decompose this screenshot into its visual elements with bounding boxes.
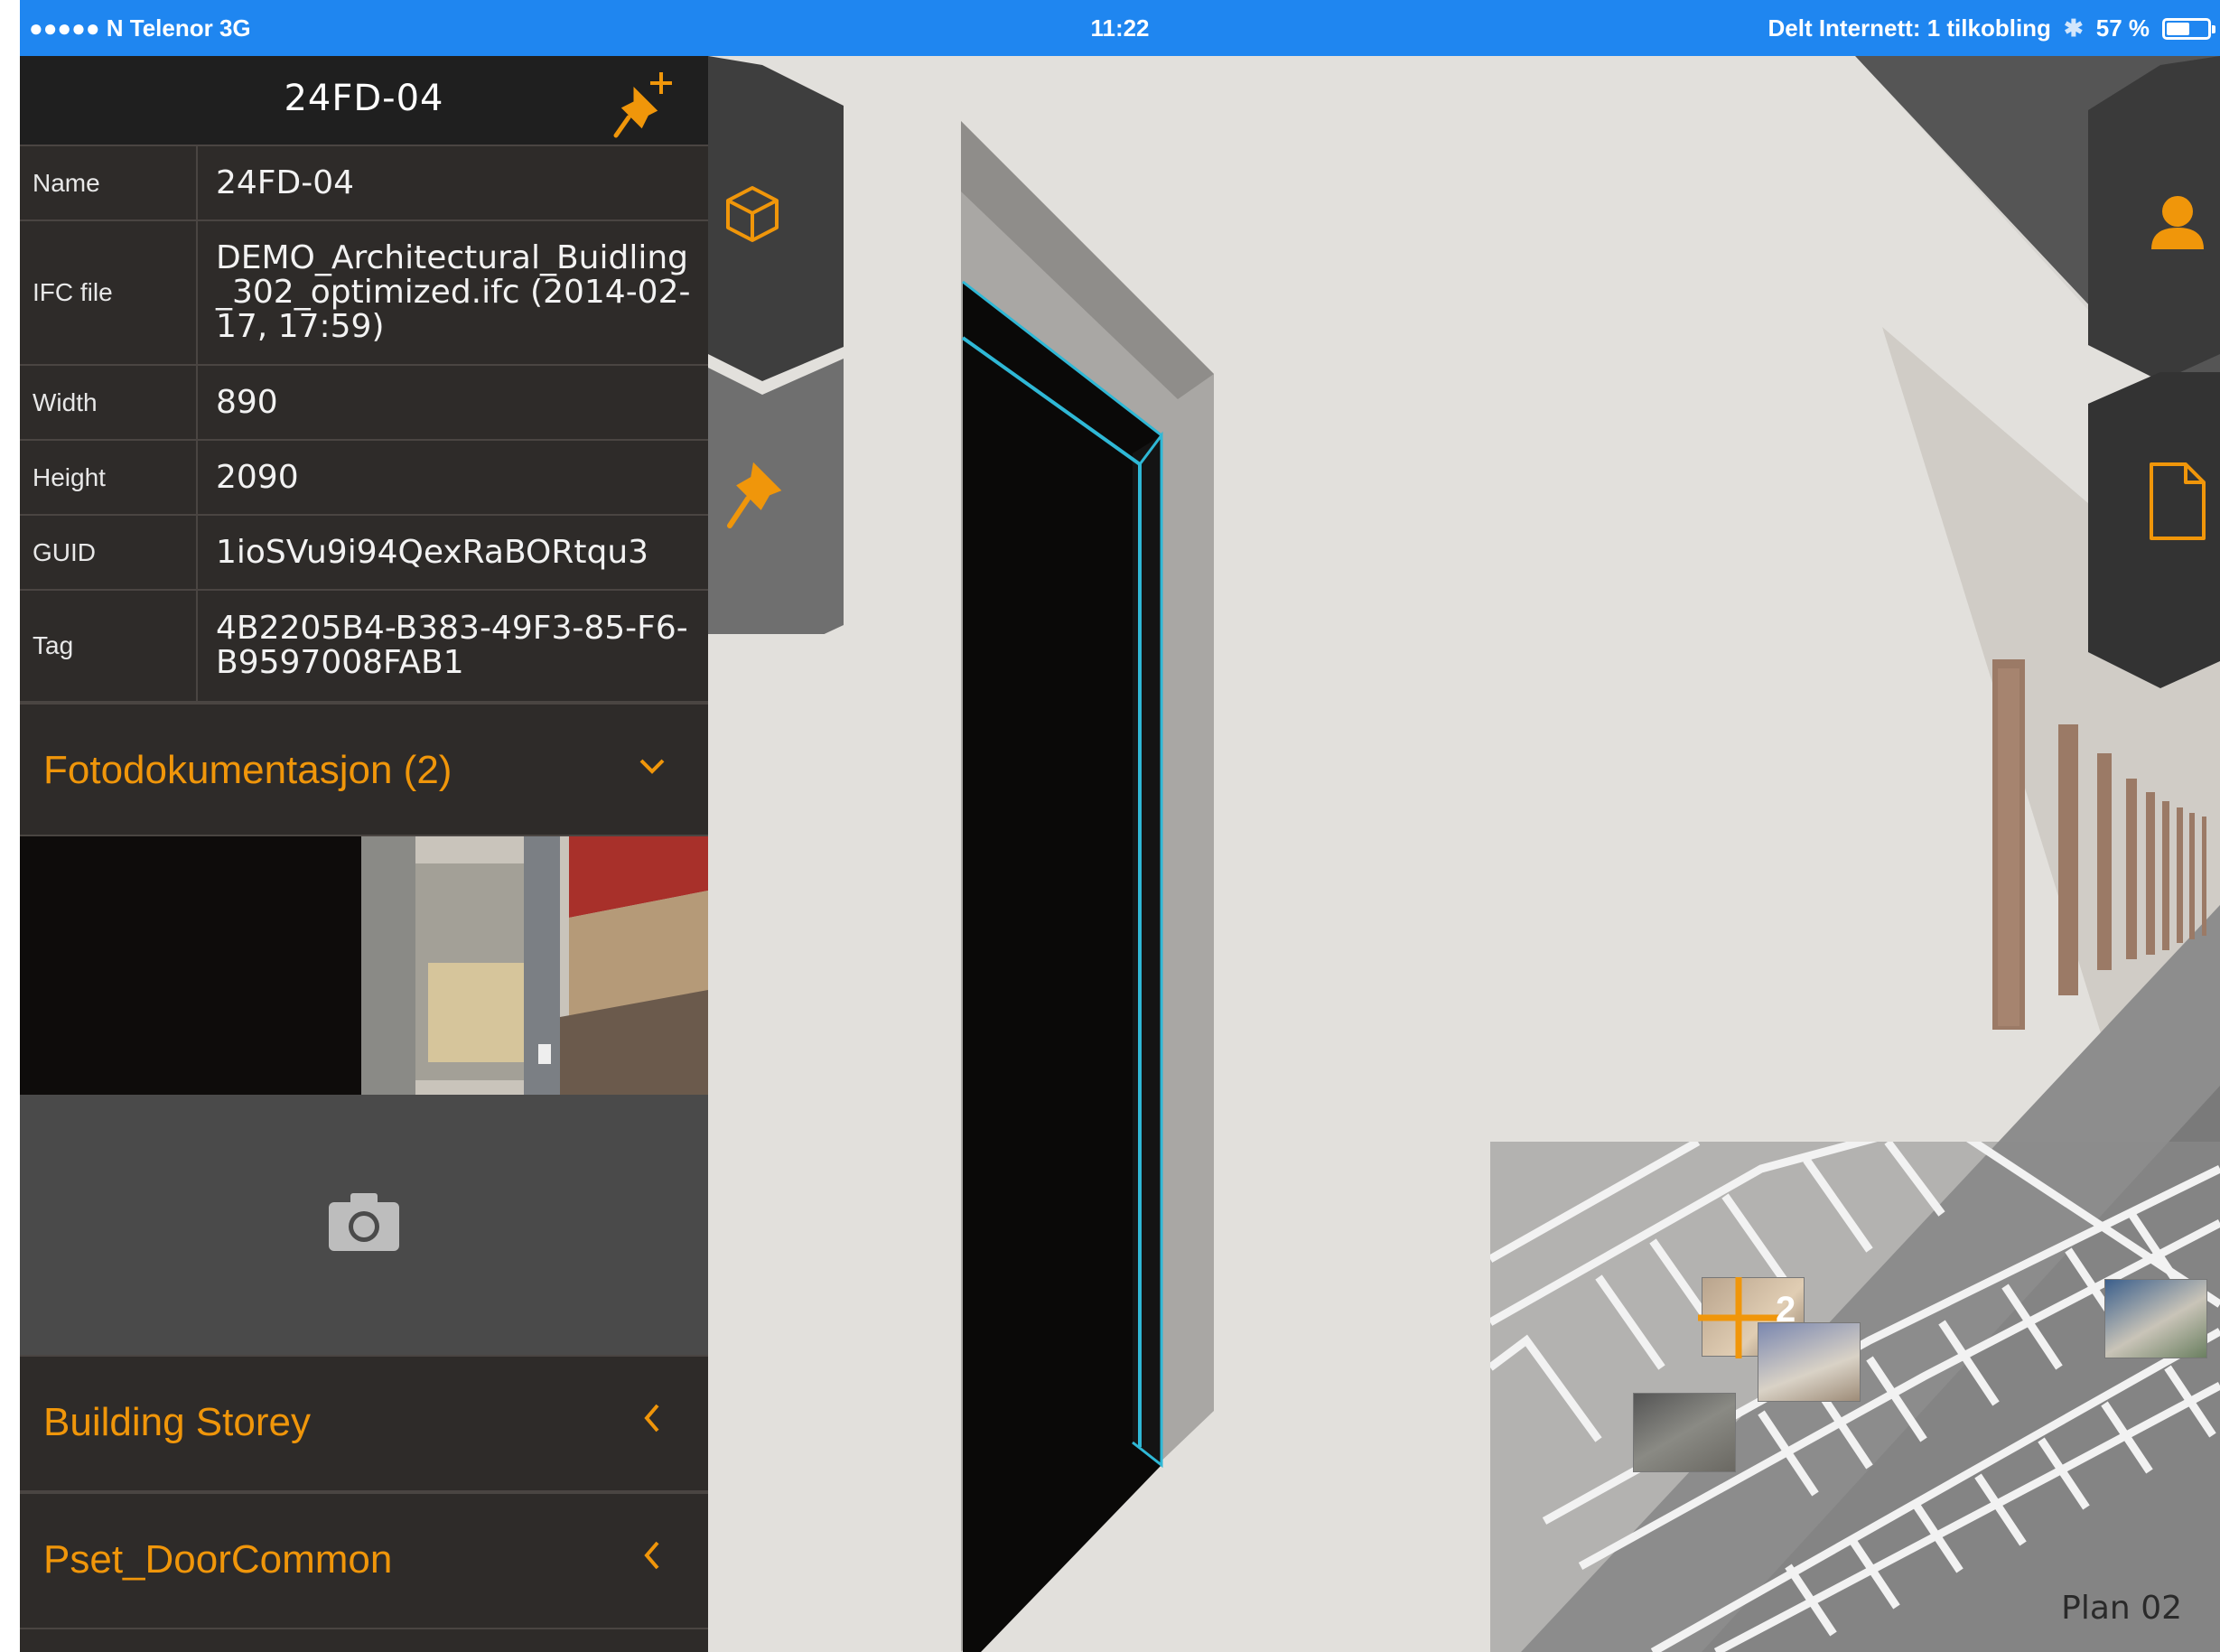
table-row: GUID 1ioSVu9i94QexRaBORtqu3 — [20, 514, 708, 591]
battery-fill — [2167, 22, 2189, 35]
photo-gallery — [20, 836, 708, 1095]
photo-documentation-header[interactable]: Fotodokumentasjon (2) — [20, 703, 708, 836]
cube-icon[interactable] — [721, 182, 784, 246]
photo-marker-thumb[interactable] — [2104, 1279, 2207, 1358]
section-label: Fotodokumentasjon (2) — [43, 748, 452, 792]
pset-doorcommon-header[interactable]: Pset_DoorCommon — [20, 1492, 708, 1629]
element-properties-panel: 24FD-04 Name 24FD-04 IFC file DEMO_Archi… — [20, 56, 708, 1652]
table-row: Name 24FD-04 — [20, 145, 708, 221]
property-value: 1ioSVu9i94QexRaBORtqu3 — [197, 514, 708, 591]
table-row: Height 2090 — [20, 439, 708, 516]
property-value: 24FD-04 — [197, 145, 708, 221]
property-key: IFC file — [20, 219, 198, 366]
camera-icon[interactable] — [327, 1190, 401, 1253]
document-icon[interactable] — [2146, 461, 2209, 542]
battery-icon — [2162, 17, 2215, 40]
table-row: Tag 4B2205B4-B383-49F3-85-F6-B9597008FAB… — [20, 589, 708, 703]
plan-label: Plan 02 — [2061, 1590, 2182, 1627]
status-bar: ●●●●● N Telenor 3G 11:22 Delt Internett:… — [20, 0, 2220, 56]
property-key: Name — [20, 145, 198, 221]
property-key: Tag — [20, 589, 198, 703]
left-tab-rail — [708, 56, 844, 634]
chevron-down-icon — [639, 759, 665, 774]
property-value: DEMO_Architectural_Buidling_302_optimize… — [197, 219, 708, 366]
property-key: GUID — [20, 514, 198, 591]
pin-plus-icon[interactable] — [609, 67, 681, 139]
building-storey-header[interactable]: Building Storey — [20, 1355, 708, 1492]
photo-image — [361, 836, 708, 1095]
app-screen: ●●●●● N Telenor 3G 11:22 Delt Internett:… — [20, 0, 2220, 1652]
property-value: 4B2205B4-B383-49F3-85-F6-B9597008FAB1 — [197, 589, 708, 703]
battery-percent: 57 % — [2095, 14, 2150, 42]
floor-plan-minimap[interactable]: 2 Plan 02 — [1490, 1142, 2220, 1652]
photo-marker-thumb[interactable] — [1633, 1393, 1736, 1472]
property-value: 890 — [197, 364, 708, 441]
table-row: Width 890 — [20, 364, 708, 441]
property-value: 2090 — [197, 439, 708, 516]
right-tab-rail — [2088, 56, 2220, 688]
panel-header: 24FD-04 — [20, 56, 708, 145]
crosshair-icon — [1698, 1277, 1779, 1358]
table-row: IFC file DEMO_Architectural_Buidling_302… — [20, 219, 708, 366]
add-photo-area — [20, 1095, 708, 1355]
bluetooth-icon: ✱ — [2063, 14, 2084, 42]
status-right: Delt Internett: 1 tilkobling ✱ 57 % — [1768, 14, 2215, 42]
section-label: Building Storey — [43, 1400, 311, 1444]
hotspot-label: Delt Internett: 1 tilkobling — [1768, 14, 2051, 42]
panel-title: 24FD-04 — [284, 78, 444, 119]
chevron-left-icon — [644, 1404, 659, 1433]
pin-icon[interactable] — [721, 462, 784, 535]
properties-table: Name 24FD-04 IFC file DEMO_Architectural… — [20, 145, 708, 703]
photo-thumbnail[interactable] — [20, 836, 361, 1095]
section-label: Pset_DoorCommon — [43, 1537, 393, 1582]
photo-thumbnail[interactable] — [361, 836, 708, 1095]
user-icon[interactable] — [2146, 191, 2209, 255]
chevron-left-icon — [644, 1541, 659, 1570]
property-key: Height — [20, 439, 198, 516]
property-key: Width — [20, 364, 198, 441]
marker-count: 2 — [1776, 1290, 1796, 1330]
